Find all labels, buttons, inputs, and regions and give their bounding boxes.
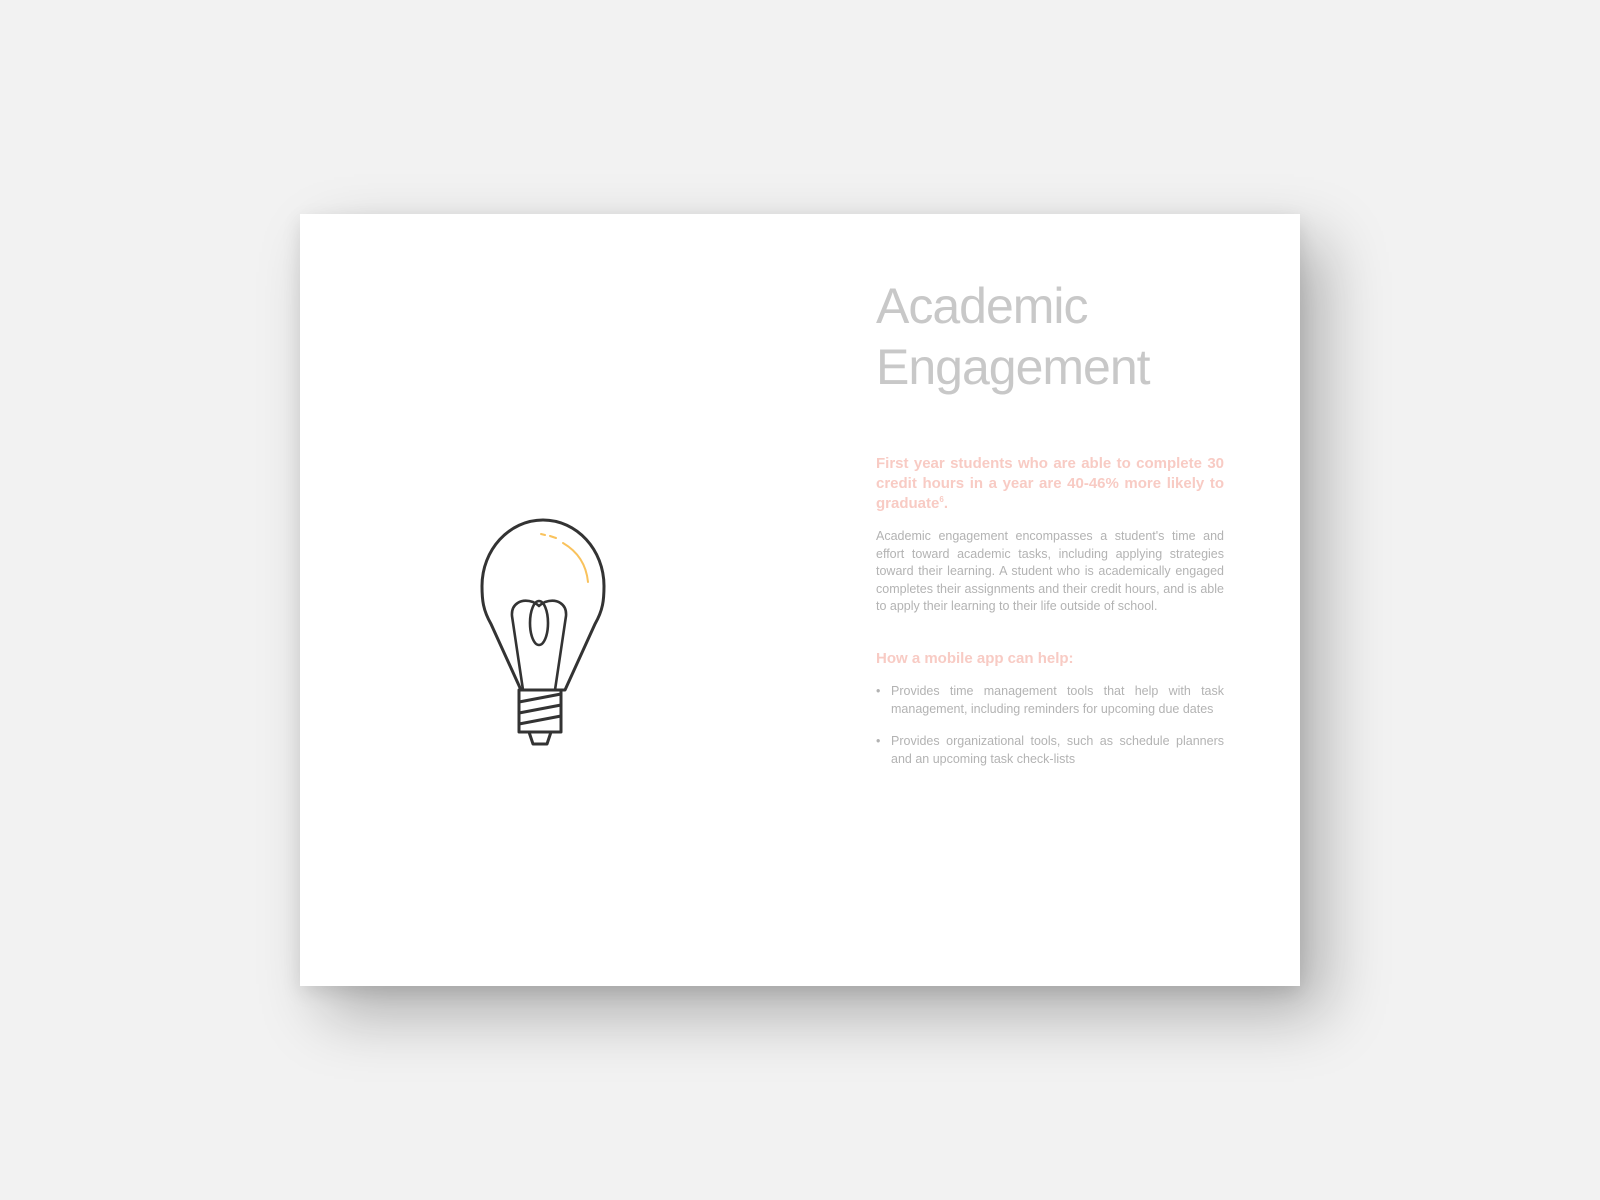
section-subheading: How a mobile app can help:	[876, 649, 1074, 667]
document-page: Academic Engagement First year students …	[300, 214, 1300, 986]
stage: Academic Engagement First year students …	[0, 0, 1600, 1200]
list-item-text: Provides time management tools that help…	[891, 683, 1224, 716]
lightbulb-icon	[480, 518, 606, 746]
help-list: • Provides time management tools that he…	[876, 683, 1224, 768]
bullet-icon: •	[876, 734, 881, 749]
content-column: Academic Engagement First year students …	[876, 276, 1224, 783]
list-item-text: Provides organizational tools, such as s…	[891, 734, 1224, 766]
list-item: • Provides time management tools that he…	[876, 683, 1224, 718]
body-paragraph: Academic engagement encompasses a studen…	[876, 529, 1224, 614]
list-item: • Provides organizational tools, such as…	[876, 733, 1224, 768]
lead-period: .	[943, 495, 948, 512]
lead-text: First year students who are able to comp…	[876, 455, 1224, 512]
lead-statement: First year students who are able to comp…	[876, 454, 1224, 514]
lightbulb-illustration	[475, 514, 615, 754]
page-title-line-2: Engagement	[876, 339, 1151, 395]
page-title: Academic Engagement	[876, 276, 1224, 398]
bullet-icon: •	[876, 683, 881, 698]
page-title-line-1: Academic	[876, 278, 1089, 334]
